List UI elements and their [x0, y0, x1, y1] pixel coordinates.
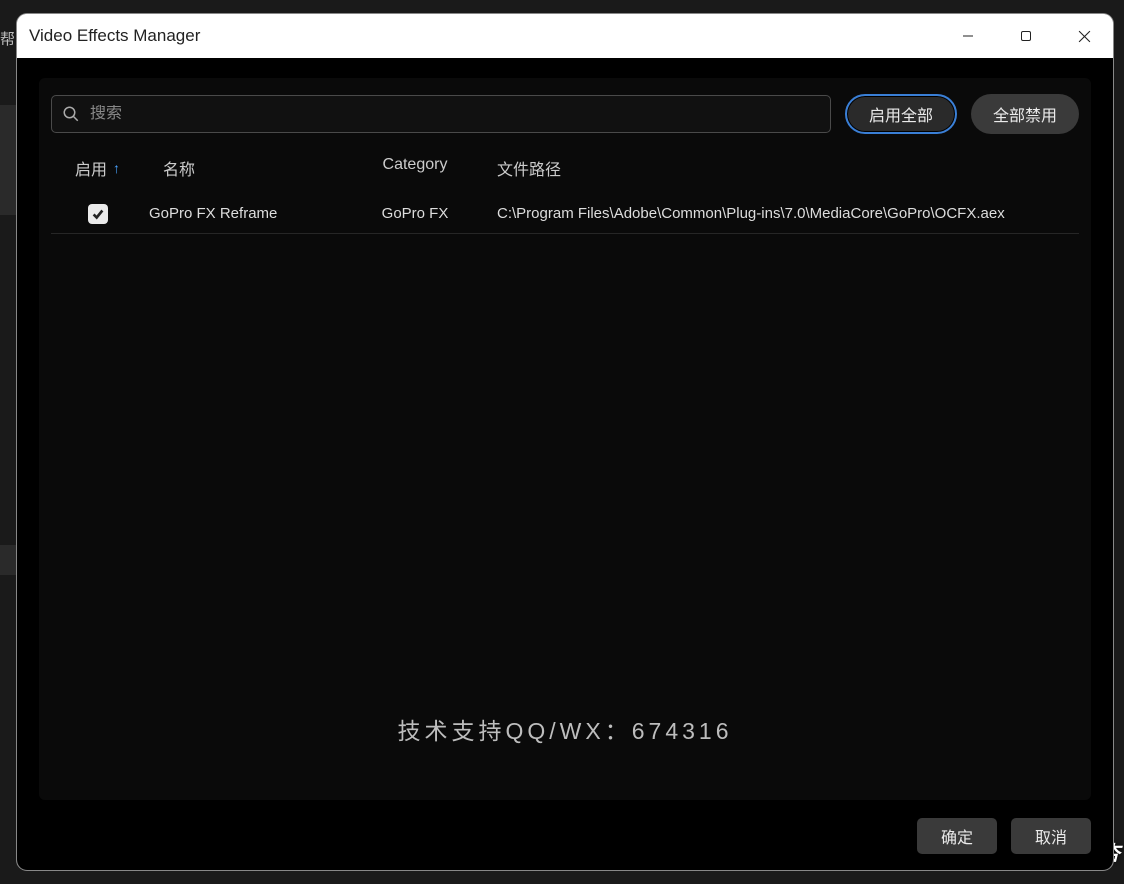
- dialog-body: 启用全部 全部禁用 启用 ↑ 名称 Category 文件路径: [17, 58, 1113, 870]
- table-header-row: 启用 ↑ 名称 Category 文件路径: [51, 144, 1079, 194]
- column-header-enable-label: 启用: [75, 156, 107, 180]
- cell-name: GoPro FX Reframe: [145, 205, 355, 222]
- ok-button[interactable]: 确定: [917, 818, 997, 854]
- sort-ascending-icon: ↑: [113, 160, 120, 176]
- minimize-icon: [962, 30, 974, 42]
- dialog-footer: 确定 取消: [39, 800, 1091, 854]
- close-icon: [1078, 30, 1091, 43]
- maximize-icon: [1020, 30, 1032, 42]
- support-watermark: 技术支持QQ/WX：674316: [398, 712, 733, 746]
- window-controls: [939, 14, 1113, 58]
- table-body: GoPro FX Reframe GoPro FX C:\Program Fil…: [51, 194, 1079, 790]
- column-header-category[interactable]: Category: [355, 156, 475, 180]
- bg-stripe: [0, 545, 17, 575]
- minimize-button[interactable]: [939, 14, 997, 58]
- cancel-button[interactable]: 取消: [1011, 818, 1091, 854]
- close-button[interactable]: [1055, 14, 1113, 58]
- titlebar[interactable]: Video Effects Manager: [17, 14, 1113, 58]
- bg-stripe: [0, 105, 17, 215]
- window-title: Video Effects Manager: [29, 26, 939, 46]
- column-header-path[interactable]: 文件路径: [475, 156, 1079, 180]
- search-input[interactable]: [90, 105, 820, 123]
- disable-all-button[interactable]: 全部禁用: [971, 94, 1079, 134]
- cell-enable: [51, 204, 145, 224]
- column-header-enable[interactable]: 启用 ↑: [51, 156, 145, 180]
- toolbar: 启用全部 全部禁用: [51, 94, 1079, 134]
- video-effects-manager-dialog: Video Effects Manager 启用全部: [17, 14, 1113, 870]
- bg-menu-fragment: 帮: [0, 28, 15, 49]
- content-panel: 启用全部 全部禁用 启用 ↑ 名称 Category 文件路径: [39, 78, 1091, 800]
- enable-checkbox[interactable]: [88, 204, 108, 224]
- cell-category: GoPro FX: [355, 205, 475, 222]
- maximize-button[interactable]: [997, 14, 1055, 58]
- checkmark-icon: [91, 207, 105, 221]
- table-row[interactable]: GoPro FX Reframe GoPro FX C:\Program Fil…: [51, 194, 1079, 234]
- cell-path: C:\Program Files\Adobe\Common\Plug-ins\7…: [475, 205, 1079, 222]
- search-field-wrap[interactable]: [51, 95, 831, 133]
- search-icon: [62, 105, 80, 123]
- column-header-name[interactable]: 名称: [145, 156, 355, 180]
- enable-all-button[interactable]: 启用全部: [845, 94, 957, 134]
